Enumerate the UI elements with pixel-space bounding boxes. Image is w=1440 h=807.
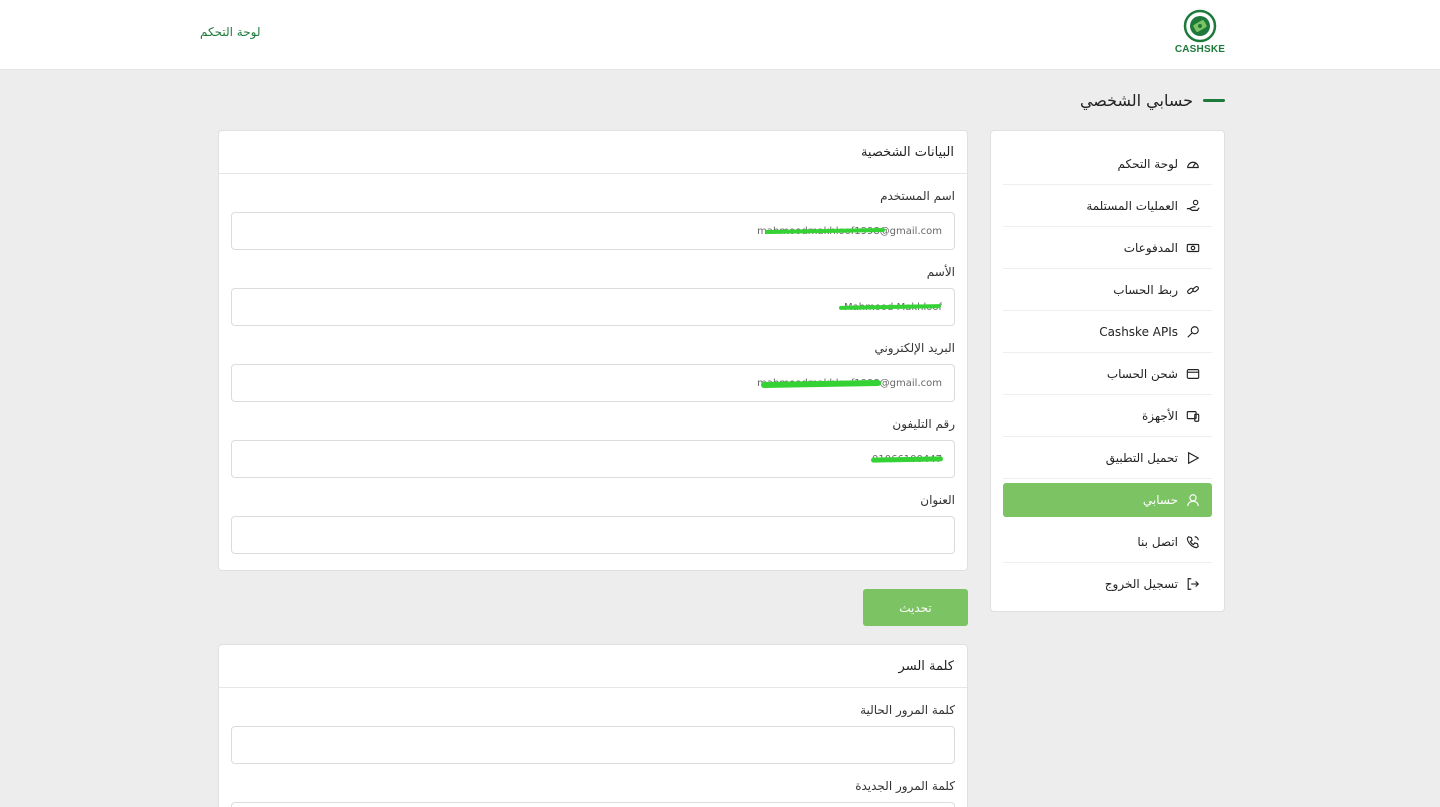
- email-group: البريد الإلكتروني: [219, 338, 967, 402]
- sidebar-item-label: حسابي: [1142, 493, 1178, 507]
- hand-money-icon: [1186, 199, 1200, 211]
- sidebar-item-received[interactable]: العمليات المستلمة: [1003, 185, 1212, 227]
- sidebar-item-label: العمليات المستلمة: [1086, 198, 1178, 213]
- password-card: كلمة السر كلمة المرور الحالية كلمة المرو…: [218, 644, 968, 807]
- top-navbar: CASHSKE لوحة التحكم: [0, 0, 1440, 70]
- sidebar-item-label: لوحة التحكم: [1117, 156, 1179, 171]
- phone-label: رقم التليفون: [892, 417, 955, 431]
- new-password-label: كلمة المرور الجديدة: [855, 779, 955, 793]
- username-group: اسم المستخدم: [219, 186, 967, 250]
- email-label: البريد الإلكتروني: [874, 341, 955, 355]
- sidebar-item-label: اتصل بنا: [1137, 534, 1178, 549]
- sidebar-item-dashboard[interactable]: لوحة التحكم: [1003, 143, 1212, 185]
- current-password-label: كلمة المرور الحالية: [860, 703, 955, 717]
- sidebar-item-devices[interactable]: الأجهزة: [1003, 395, 1212, 437]
- play-icon: [1188, 451, 1200, 464]
- name-label: الأسم: [926, 265, 955, 279]
- new-password-group: كلمة المرور الجديدة: [219, 776, 967, 807]
- sidebar-item-label: المدفوعات: [1123, 240, 1178, 255]
- key-icon: [1187, 325, 1199, 338]
- page-title-block: حسابي الشخصي: [1080, 88, 1225, 112]
- new-password-input[interactable]: [231, 802, 955, 807]
- sidebar-item-payments[interactable]: المدفوعات: [1003, 227, 1212, 269]
- logo-text: CASHSKE: [1174, 44, 1226, 55]
- logout-icon: [1187, 578, 1200, 590]
- sidebar-item-logout[interactable]: تسجيل الخروج: [1003, 563, 1212, 605]
- sidebar-item-label: الأجهزة: [1141, 408, 1178, 423]
- gauge-icon: [1187, 161, 1199, 168]
- sidebar-item-link-account[interactable]: ربط الحساب: [1003, 269, 1212, 311]
- dashboard-link[interactable]: لوحة التحكم: [200, 25, 300, 39]
- sidebar-item-topup[interactable]: شحن الحساب: [1003, 353, 1212, 395]
- sidebar-menu: لوحة التحكم العمليات المستلمة المدفوعات …: [990, 130, 1225, 612]
- current-password-group: كلمة المرور الحالية: [219, 700, 967, 764]
- sidebar-item-label: Cashske APIs: [1099, 324, 1178, 339]
- personal-data-card: البيانات الشخصية اسم المستخدم الأسم البر…: [218, 130, 968, 571]
- update-button[interactable]: تحديث: [863, 589, 968, 626]
- phone-icon: [1186, 535, 1199, 548]
- sidebar-item-label: تحميل التطبيق: [1105, 450, 1178, 465]
- sidebar-item-label: شحن الحساب: [1106, 366, 1178, 381]
- sidebar-item-apis[interactable]: Cashske APIs: [1003, 311, 1212, 353]
- name-input[interactable]: [231, 288, 955, 326]
- sidebar-item-label: ربط الحساب: [1113, 282, 1178, 297]
- current-password-input[interactable]: [231, 726, 955, 764]
- username-input[interactable]: [231, 212, 955, 250]
- devices-icon: [1186, 410, 1200, 422]
- name-wrapper: [231, 288, 955, 326]
- email-wrapper: [231, 364, 955, 402]
- phone-input[interactable]: [231, 440, 955, 478]
- wallet-icon: [1186, 368, 1200, 379]
- email-input[interactable]: [231, 364, 955, 402]
- sidebar-item-contact[interactable]: اتصل بنا: [1003, 521, 1212, 563]
- phone-group: رقم التليفون: [219, 414, 967, 478]
- user-icon: [1187, 494, 1199, 507]
- page-title: حسابي الشخصي: [1079, 90, 1193, 110]
- logo[interactable]: CASHSKE: [1172, 9, 1228, 61]
- username-label: اسم المستخدم: [880, 189, 955, 203]
- link-icon: [1187, 285, 1199, 294]
- sidebar-item-my-account[interactable]: حسابي: [1003, 483, 1212, 517]
- phone-wrapper: [231, 440, 955, 478]
- title-accent-bar: [1203, 98, 1225, 102]
- address-input[interactable]: [231, 516, 955, 554]
- address-label: العنوان: [920, 493, 955, 507]
- cashske-logo-icon: [1183, 9, 1217, 43]
- personal-data-title: البيانات الشخصية: [219, 131, 967, 174]
- name-group: الأسم: [219, 262, 967, 326]
- password-title: كلمة السر: [219, 645, 967, 688]
- sidebar-item-label: تسجيل الخروج: [1104, 577, 1178, 591]
- sidebar-item-download-app[interactable]: تحميل التطبيق: [1003, 437, 1212, 479]
- cash-icon: [1186, 243, 1200, 252]
- address-group: العنوان: [219, 490, 967, 554]
- username-wrapper: [231, 212, 955, 250]
